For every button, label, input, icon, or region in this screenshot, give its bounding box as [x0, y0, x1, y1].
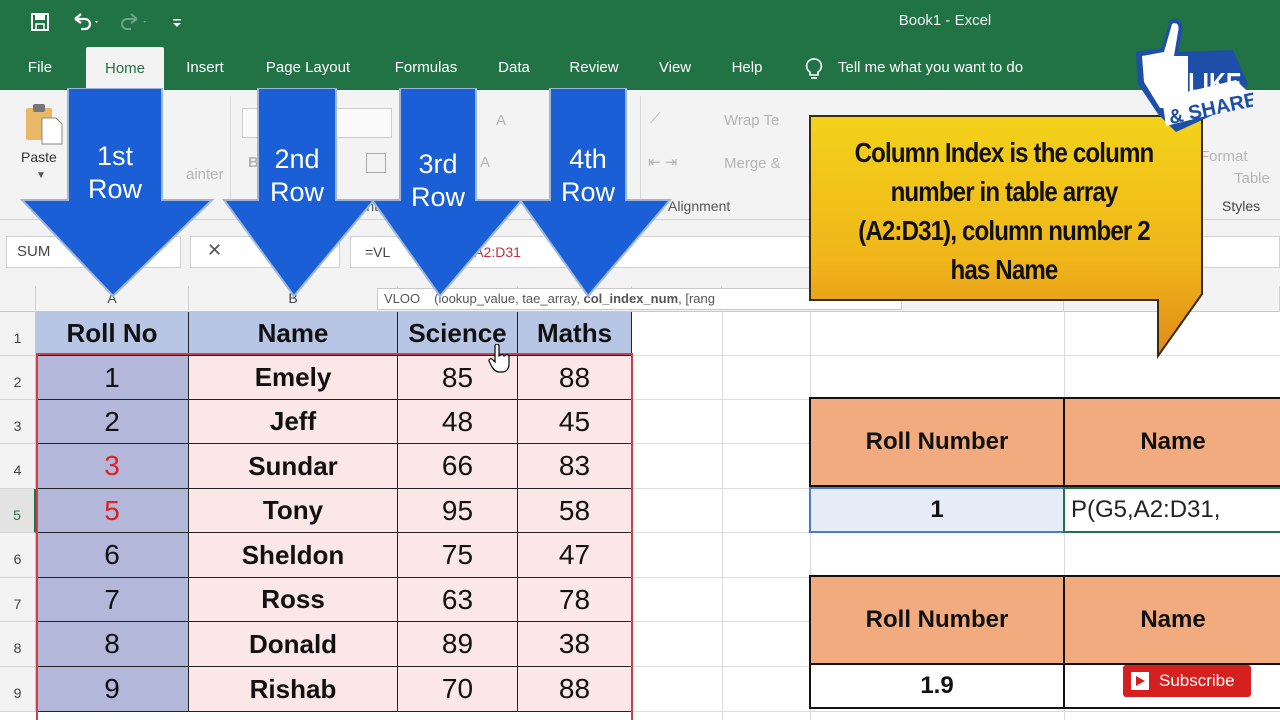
table-cell-roll[interactable]: 8 — [36, 622, 189, 667]
table-cell-maths[interactable]: 38 — [518, 622, 632, 667]
table-cell-maths[interactable]: 47 — [518, 533, 632, 578]
table-cell-name[interactable]: Jeff — [189, 400, 398, 444]
lightbulb-icon — [804, 57, 824, 86]
tab-home[interactable]: Home — [86, 47, 164, 90]
row-header-9[interactable]: 9 — [0, 667, 36, 712]
table-cell-name[interactable]: Emely — [189, 356, 398, 400]
arrow-label-3: 3rd Row — [400, 148, 476, 214]
title-bar: Book1 - Excel — [0, 0, 1280, 45]
lookup2-roll-cell[interactable]: 1.9 — [809, 663, 1065, 709]
styles-group-label: Styles — [1222, 198, 1261, 214]
lookup1-header-name[interactable]: Name — [1063, 397, 1280, 487]
table-cell-science[interactable]: 75 — [398, 533, 518, 578]
row-header-6[interactable]: 6 — [0, 533, 36, 578]
table-cell-name[interactable]: Sheldon — [189, 533, 398, 578]
table-cell-maths[interactable]: 88 — [518, 667, 632, 712]
header-cell-roll-no[interactable]: Roll No — [36, 312, 189, 356]
table-cell-name[interactable]: Rishab — [189, 667, 398, 712]
table-cell-roll[interactable]: 9 — [36, 667, 189, 712]
row-header-3[interactable]: 3 — [0, 400, 36, 444]
arrow-line1: 3rd — [418, 149, 458, 179]
row-header-8[interactable]: 8 — [0, 622, 36, 667]
tab-formulas[interactable]: Formulas — [382, 45, 470, 90]
lookup1-roll-cell[interactable]: 1 — [809, 487, 1065, 533]
table-cell-maths[interactable]: 58 — [518, 489, 632, 533]
arrow-label-1: 1st Row — [68, 140, 162, 206]
arrow-label-4: 4th Row — [550, 143, 626, 209]
row-header-5[interactable]: 5 — [0, 489, 36, 533]
arrow-line2: Row — [560, 177, 615, 207]
header-cell-name[interactable]: Name — [189, 312, 398, 356]
table-cell-maths[interactable]: 83 — [518, 444, 632, 489]
table-cell-science[interactable]: 66 — [398, 444, 518, 489]
format-table-label-2: Table — [1234, 170, 1270, 187]
ribbon-tabs: File Home Insert Page Layout Formulas Da… — [0, 45, 1280, 90]
subscribe-label: Subscribe — [1159, 671, 1235, 690]
row-header-2[interactable]: 2 — [0, 356, 36, 400]
tab-data[interactable]: Data — [488, 45, 540, 90]
lookup2-header-roll[interactable]: Roll Number — [809, 575, 1065, 665]
lookup1-name-cell-editing[interactable]: P(G5,A2:D31, — [1063, 487, 1280, 533]
table-cell-maths[interactable]: 78 — [518, 578, 632, 622]
tell-me-search[interactable]: Tell me what you want to do — [838, 45, 1058, 90]
tab-review[interactable]: Review — [558, 45, 630, 90]
table-cell-maths[interactable]: 88 — [518, 356, 632, 400]
table-cell-maths[interactable]: 45 — [518, 400, 632, 444]
row-header-1[interactable]: 1 — [0, 312, 36, 356]
arrow-line2: Row — [87, 174, 142, 204]
row-header-4[interactable]: 4 — [0, 444, 36, 489]
arrow-line2: Row — [410, 182, 465, 212]
tab-help[interactable]: Help — [720, 45, 774, 90]
callout-text: Column Index is the column number in tab… — [854, 137, 1155, 285]
hand-cursor-icon — [488, 343, 512, 379]
table-cell-science[interactable]: 70 — [398, 667, 518, 712]
play-icon — [1131, 672, 1149, 690]
table-cell-roll[interactable]: 6 — [36, 533, 189, 578]
table-cell-roll[interactable]: 3 — [36, 444, 189, 489]
table-cell-roll[interactable]: 7 — [36, 578, 189, 622]
table-cell-name[interactable]: Sundar — [189, 444, 398, 489]
table-cell-name[interactable]: Donald — [189, 622, 398, 667]
tab-file[interactable]: File — [14, 45, 66, 90]
row-header-7[interactable]: 7 — [0, 578, 36, 622]
arrow-line2: Row — [269, 177, 324, 207]
like-share-badge[interactable]: LIKE & SHARE — [1118, 14, 1253, 144]
table-cell-roll[interactable]: 1 — [36, 356, 189, 400]
table-cell-name[interactable]: Tony — [189, 489, 398, 533]
window-title: Book1 - Excel — [898, 12, 992, 29]
arrow-label-2: 2nd Row — [258, 143, 336, 209]
tab-insert[interactable]: Insert — [176, 45, 234, 90]
table-cell-roll[interactable]: 5 — [36, 489, 189, 533]
lookup1-header-roll[interactable]: Roll Number — [809, 397, 1065, 487]
tab-view[interactable]: View — [648, 45, 702, 90]
header-cell-maths[interactable]: Maths — [518, 312, 632, 356]
table-cell-science[interactable]: 95 — [398, 489, 518, 533]
table-cell-name[interactable]: Ross — [189, 578, 398, 622]
table-cell-roll[interactable]: 2 — [36, 400, 189, 444]
down-arrow-4-icon — [518, 88, 673, 298]
arrow-line1: 2nd — [274, 144, 320, 174]
table-cell-science[interactable]: 48 — [398, 400, 518, 444]
subscribe-button[interactable]: Subscribe — [1123, 665, 1251, 697]
tab-page-layout[interactable]: Page Layout — [252, 45, 364, 90]
arrow-line1: 4th — [569, 144, 607, 174]
table-cell-science[interactable]: 89 — [398, 622, 518, 667]
lookup2-header-name[interactable]: Name — [1063, 575, 1280, 665]
arrow-line1: 1st — [96, 141, 134, 171]
table-cell-science[interactable]: 63 — [398, 578, 518, 622]
